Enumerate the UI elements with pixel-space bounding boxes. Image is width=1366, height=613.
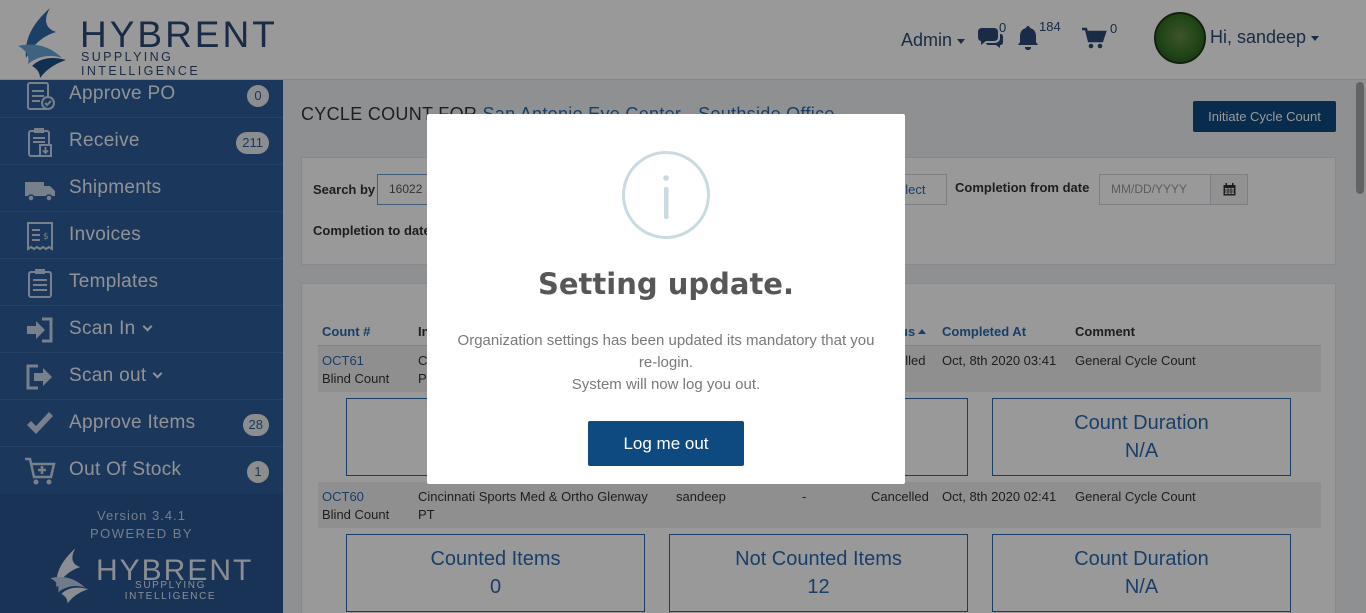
- log-me-out-button[interactable]: Log me out: [588, 421, 744, 466]
- setting-update-dialog: Setting update. Organization settings ha…: [427, 114, 905, 484]
- dialog-message-line2: System will now log you out.: [571, 376, 761, 393]
- dialog-message: Organization settings has been updated i…: [447, 330, 885, 396]
- dialog-title: Setting update.: [537, 267, 794, 301]
- dialog-message-line1: Organization settings has been updated i…: [457, 332, 875, 371]
- info-icon: [622, 151, 710, 239]
